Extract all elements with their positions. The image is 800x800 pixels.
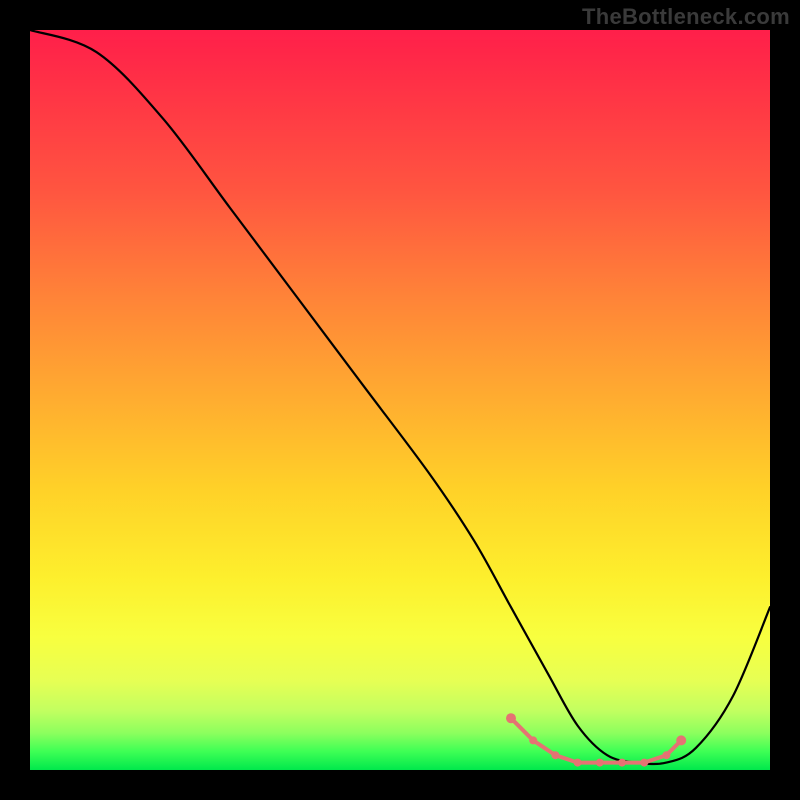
marker-connector <box>533 740 555 755</box>
plot-area <box>30 30 770 770</box>
marker-group <box>506 713 686 766</box>
marker-connector <box>511 718 533 740</box>
watermark-text: TheBottleneck.com <box>582 4 790 30</box>
curve-path <box>30 30 770 764</box>
marker-dot <box>676 735 686 745</box>
chart-frame: TheBottleneck.com <box>0 0 800 800</box>
bottleneck-curve <box>30 30 770 770</box>
